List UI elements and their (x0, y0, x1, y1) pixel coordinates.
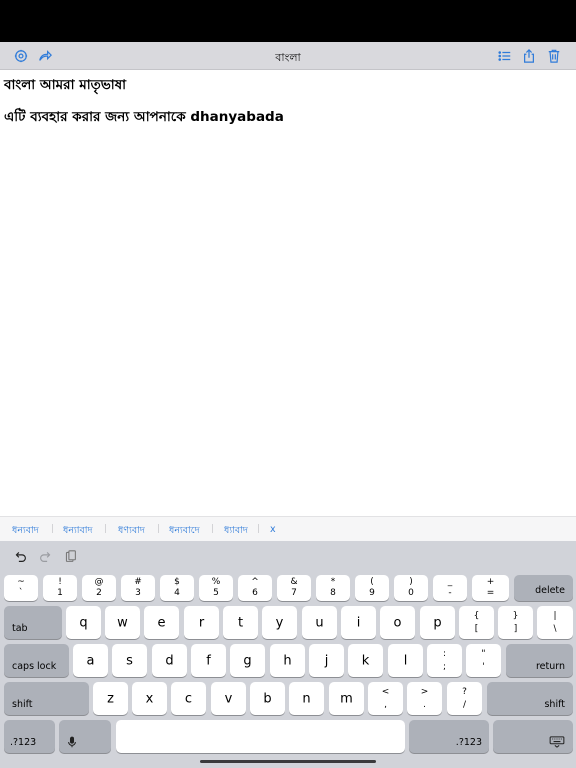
suggestion-item[interactable]: ধ্যাবাদ (224, 524, 248, 539)
key-comma[interactable]: <, (368, 682, 403, 715)
key-y[interactable]: y (262, 606, 297, 639)
key-c[interactable]: c (171, 682, 206, 715)
key-x[interactable]: x (132, 682, 167, 715)
delete-key[interactable]: delete (514, 575, 573, 601)
key-4[interactable]: $4 (160, 575, 194, 601)
key-s[interactable]: s (112, 644, 147, 677)
paste-icon[interactable] (62, 548, 78, 564)
key-h[interactable]: h (270, 644, 305, 677)
key-l[interactable]: l (388, 644, 423, 677)
key-3[interactable]: #3 (121, 575, 155, 601)
keyboard: ~ ` ! 1 @2 #3 $4 % 5 ^ 6 & 7 * 8 (9 ) 0 _ - + = d… (0, 541, 576, 768)
key-i[interactable]: i (341, 606, 376, 639)
key-left-bracket[interactable]: {[ (459, 606, 494, 639)
key-semicolon[interactable]: :; (427, 644, 462, 677)
suggestion-bar: ধন্যবাদ | ধন্যাবাদ | ধণ্যবাদ | ধন্যবাদে … (0, 516, 576, 541)
undo-icon[interactable] (12, 548, 28, 564)
key-0[interactable]: ) 0 (394, 575, 428, 601)
key-2[interactable]: @2 (82, 575, 116, 601)
suggestion-item[interactable]: ধন্যবাদ (12, 524, 39, 539)
key-5[interactable]: % 5 (199, 575, 233, 601)
microphone-icon (68, 736, 76, 748)
key-a[interactable]: a (73, 644, 108, 677)
shift-right-key[interactable]: shift (487, 682, 573, 715)
key-7[interactable]: & 7 (277, 575, 311, 601)
key-quote[interactable]: " ' (466, 644, 501, 677)
key-equals[interactable]: + = (472, 575, 509, 601)
suggestion-divider: | (51, 524, 55, 534)
keyboard-dismiss-key[interactable] (493, 720, 573, 753)
tab-key[interactable]: tab (4, 606, 62, 639)
key-6[interactable]: ^ 6 (238, 575, 272, 601)
caps-lock-key[interactable]: caps lock (4, 644, 69, 677)
numbers-left-key[interactable]: .?123 (4, 720, 55, 753)
editor-line-2: এটি ব্যবহার করার জন্য আপনাকে dhanyabada (4, 109, 284, 125)
key-period[interactable]: >. (407, 682, 442, 715)
key-r[interactable]: r (184, 606, 219, 639)
numbers-right-key[interactable]: .?123 (409, 720, 489, 753)
return-key[interactable]: return (506, 644, 573, 677)
key-minus[interactable]: _ - (433, 575, 467, 601)
key-f[interactable]: f (191, 644, 226, 677)
navigation-bar: বাংলা (0, 42, 576, 70)
key-p[interactable]: p (420, 606, 455, 639)
key-k[interactable]: k (348, 644, 383, 677)
export-icon[interactable] (520, 47, 538, 65)
redo-icon[interactable] (37, 548, 53, 564)
editor-line-1: বাংলা আমরা মাতৃভাষা (4, 77, 127, 93)
key-j[interactable]: j (309, 644, 344, 677)
suggestion-item[interactable]: ধণ্যবাদ (118, 524, 145, 539)
key-1[interactable]: ! 1 (43, 575, 77, 601)
suggestion-divider: | (157, 524, 161, 534)
suggestion-item[interactable]: ধন্যবাদে (169, 524, 200, 539)
list-icon[interactable] (496, 47, 514, 65)
key-w[interactable]: w (105, 606, 140, 639)
key-9[interactable]: (9 (355, 575, 389, 601)
key-slash[interactable]: ? / (447, 682, 482, 715)
key-u[interactable]: u (302, 606, 337, 639)
page-title: বাংলা (275, 51, 301, 64)
key-d[interactable]: d (152, 644, 187, 677)
key-g[interactable]: g (230, 644, 265, 677)
status-bar (0, 0, 576, 42)
suggestion-divider: | (104, 524, 108, 534)
key-n[interactable]: n (289, 682, 324, 715)
suggestion-divider: | (211, 524, 215, 534)
keyboard-dismiss-icon (549, 736, 565, 748)
suggestion-divider: | (257, 524, 261, 534)
key-b[interactable]: b (250, 682, 285, 715)
key-8[interactable]: * 8 (316, 575, 350, 601)
space-key[interactable] (116, 720, 405, 753)
key-right-bracket[interactable]: }] (498, 606, 533, 639)
key-m[interactable]: m (329, 682, 364, 715)
key-z[interactable]: z (93, 682, 128, 715)
trash-icon[interactable] (545, 47, 563, 65)
key-o[interactable]: o (380, 606, 415, 639)
home-indicator (200, 760, 376, 763)
suggestion-item[interactable]: x (270, 524, 276, 535)
key-e[interactable]: e (144, 606, 179, 639)
microphone-key[interactable] (59, 720, 111, 753)
shift-left-key[interactable]: shift (4, 682, 89, 715)
key-t[interactable]: t (223, 606, 258, 639)
suggestion-item[interactable]: ধন্যাবাদ (63, 524, 93, 539)
key-backslash[interactable]: | \ (537, 606, 573, 639)
key-q[interactable]: q (66, 606, 101, 639)
text-editor[interactable]: বাংলা আমরা মাতৃভাষা এটি ব্যবহার করার জন্… (0, 70, 576, 516)
key-v[interactable]: v (211, 682, 246, 715)
key-backtick[interactable]: ~ ` (4, 575, 38, 601)
